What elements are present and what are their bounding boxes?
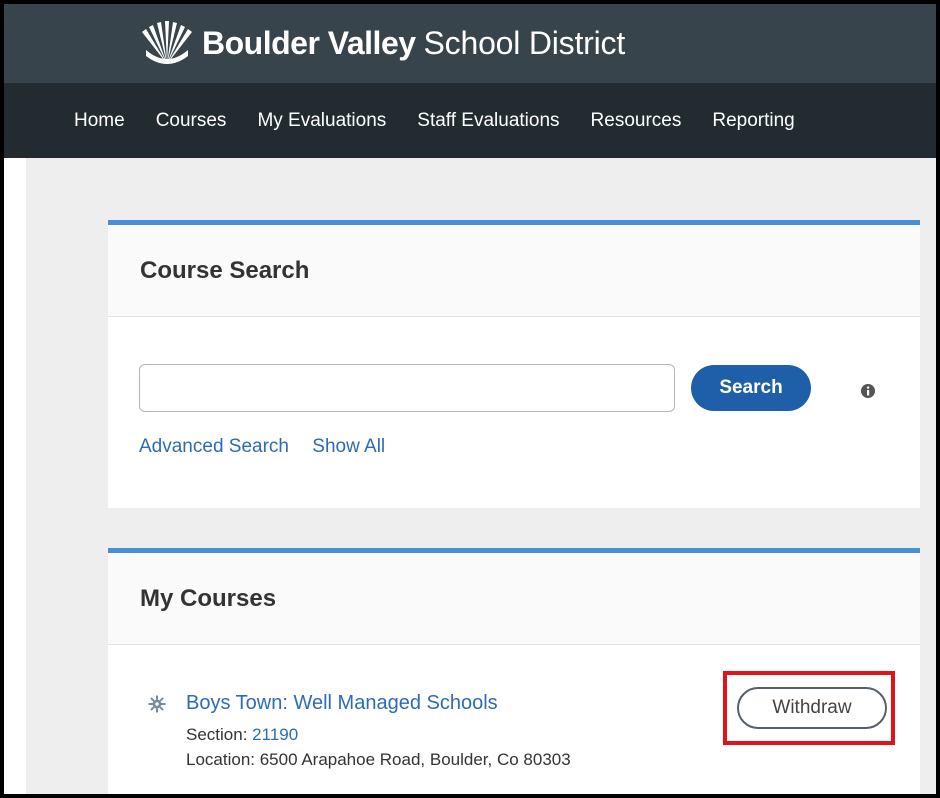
withdraw-button[interactable]: Withdraw — [737, 687, 887, 729]
course-search-panel: Course Search Search Advanced Search Sho… — [108, 220, 920, 508]
fan-logo-icon — [142, 21, 192, 64]
gear-icon — [148, 695, 166, 713]
course-search-title: Course Search — [108, 225, 920, 317]
nav-item-staff-evaluations[interactable]: Staff Evaluations — [417, 110, 559, 132]
nav-item-home[interactable]: Home — [74, 110, 125, 132]
nav-item-my-evaluations[interactable]: My Evaluations — [257, 110, 386, 132]
brand-bar: Boulder Valley School District — [4, 4, 936, 83]
advanced-search-link[interactable]: Advanced Search — [139, 436, 289, 457]
search-button[interactable]: Search — [691, 365, 811, 411]
info-circle-icon[interactable] — [860, 383, 876, 399]
main-nav: Home Courses My Evaluations Staff Evalua… — [4, 83, 936, 158]
course-section-label: Section: — [186, 725, 248, 744]
browser-frame: Boulder Valley School District Home Cour… — [4, 4, 936, 794]
left-gutter — [4, 158, 26, 794]
district-logo[interactable]: Boulder Valley School District — [136, 18, 625, 68]
nav-item-reporting[interactable]: Reporting — [712, 110, 794, 132]
my-courses-title: My Courses — [108, 553, 920, 645]
nav-item-resources[interactable]: Resources — [591, 110, 682, 132]
brand-name-regular: School District — [423, 24, 626, 61]
course-search-body: Search Advanced Search Show All — [108, 317, 920, 508]
search-links: Advanced Search Show All — [139, 436, 403, 458]
brand-name-bold: Boulder Valley — [202, 24, 416, 61]
nav-item-courses[interactable]: Courses — [156, 110, 227, 132]
course-section-number-link[interactable]: 21190 — [252, 725, 298, 744]
course-section: Section: 21190 — [186, 725, 298, 745]
course-location: Location: 6500 Arapahoe Road, Boulder, C… — [186, 750, 571, 769]
my-courses-body: Boys Town: Well Managed Schools Section:… — [108, 645, 920, 794]
course-search-input[interactable] — [139, 364, 675, 412]
my-courses-panel: My Courses Boys Town: Well Managed Schoo… — [108, 548, 920, 794]
show-all-link[interactable]: Show All — [312, 436, 385, 457]
course-title-link[interactable]: Boys Town: Well Managed Schools — [186, 692, 498, 715]
